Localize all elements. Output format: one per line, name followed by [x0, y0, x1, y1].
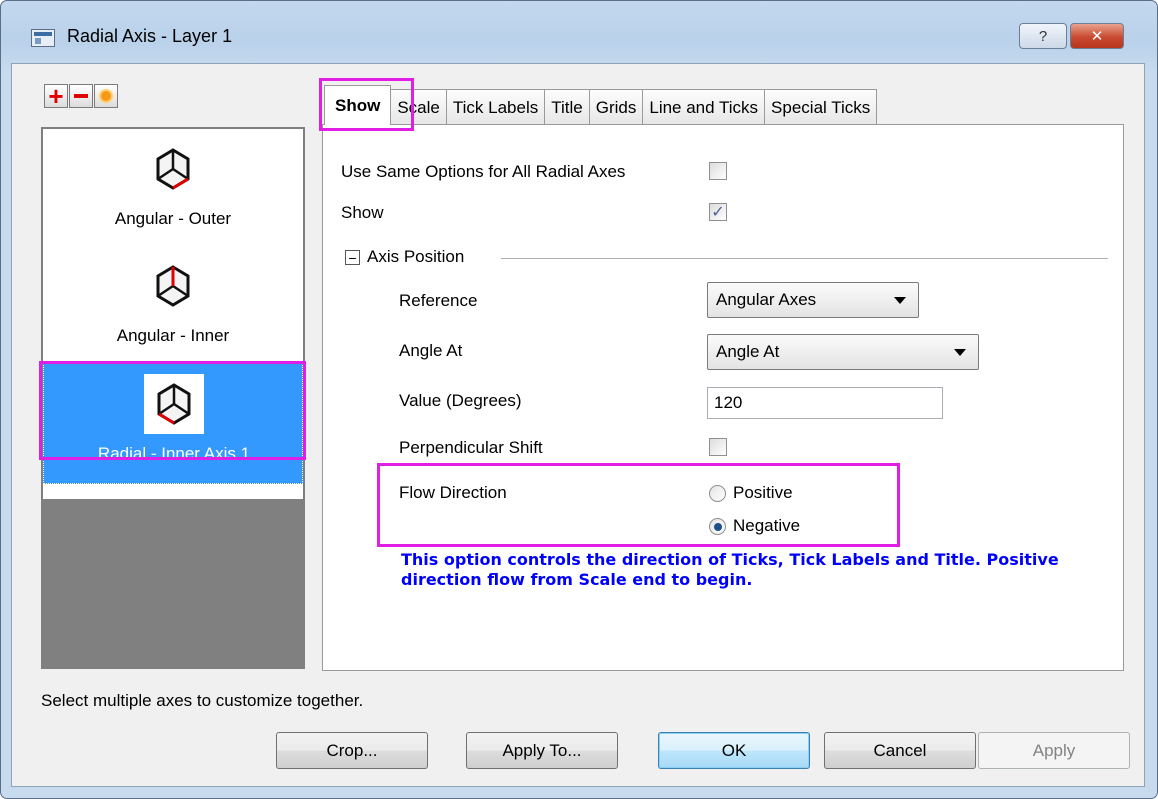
reset-axis-button[interactable] [94, 84, 118, 108]
dropdown-arrow-icon [954, 349, 966, 356]
axis-position-group-label: Axis Position [367, 247, 465, 266]
angle-at-label: Angle At [399, 341, 463, 360]
perpendicular-shift-label: Perpendicular Shift [399, 438, 543, 457]
close-button[interactable]: ✕ [1070, 23, 1124, 49]
axis-item-angular-outer[interactable]: Angular - Outer [43, 129, 303, 250]
reference-label: Reference [399, 291, 478, 310]
crop-button[interactable]: Crop... [276, 732, 428, 769]
show-checkbox[interactable]: ✓ [709, 203, 727, 221]
flow-direction-annotation: This option controls the direction of Ti… [401, 550, 1059, 589]
ok-button[interactable]: OK [658, 732, 810, 769]
plus-icon: + [48, 81, 64, 111]
reference-dropdown[interactable]: Angular Axes [707, 282, 919, 318]
tab-line-and-ticks[interactable]: Line and Ticks [642, 89, 766, 125]
same-options-label: Use Same Options for All Radial Axes [341, 162, 626, 181]
angle-at-dropdown[interactable]: Angle At [707, 334, 979, 370]
dropdown-arrow-icon [894, 297, 906, 304]
reference-value: Angular Axes [716, 290, 817, 309]
axis-item-label: Angular - Outer [114, 209, 232, 228]
app-window-icon [31, 29, 55, 47]
value-degrees-label: Value (Degrees) [399, 391, 522, 410]
flow-direction-highlight [377, 463, 900, 547]
dialog-window: Radial Axis - Layer 1 ? ✕ + Angular - Ou… [0, 0, 1158, 799]
add-axis-button[interactable]: + [44, 81, 68, 111]
tab-grids[interactable]: Grids [588, 89, 644, 125]
perpendicular-shift-checkbox[interactable] [709, 438, 727, 456]
tab-tick-labels[interactable]: Tick Labels [445, 89, 546, 125]
axis-cube-icon [143, 139, 203, 199]
title-bar: Radial Axis - Layer 1 ? ✕ [1, 1, 1157, 51]
apply-to-button[interactable]: Apply To... [466, 732, 618, 769]
apply-button[interactable]: Apply [978, 732, 1130, 769]
collapse-icon[interactable]: − [345, 250, 360, 265]
value-degrees-input[interactable]: 120 [707, 387, 943, 419]
show-label: Show [341, 203, 384, 222]
selected-axis-highlight [39, 361, 306, 460]
hint-text: Select multiple axes to customize togeth… [41, 691, 364, 710]
group-divider [501, 258, 1108, 259]
angle-at-value: Angle At [716, 342, 780, 361]
window-title: Radial Axis - Layer 1 [67, 26, 233, 46]
tab-title[interactable]: Title [544, 89, 590, 125]
orange-circle-icon [99, 89, 113, 103]
tab-special-ticks[interactable]: Special Ticks [764, 89, 878, 125]
show-tab-highlight [319, 78, 414, 131]
show-tab-panel: Use Same Options for All Radial Axes Sho… [322, 124, 1124, 671]
minus-icon [74, 94, 88, 98]
help-button[interactable]: ? [1019, 23, 1067, 49]
dialog-client-area: + Angular - Outer Angular - Inner Radial… [11, 63, 1145, 787]
axis-cube-icon [143, 256, 203, 316]
remove-axis-button[interactable] [69, 84, 93, 108]
cancel-button[interactable]: Cancel [824, 732, 976, 769]
axis-item-label: Angular - Inner [116, 326, 230, 345]
axis-item-angular-inner[interactable]: Angular - Inner [43, 246, 303, 367]
same-options-checkbox[interactable] [709, 162, 727, 180]
